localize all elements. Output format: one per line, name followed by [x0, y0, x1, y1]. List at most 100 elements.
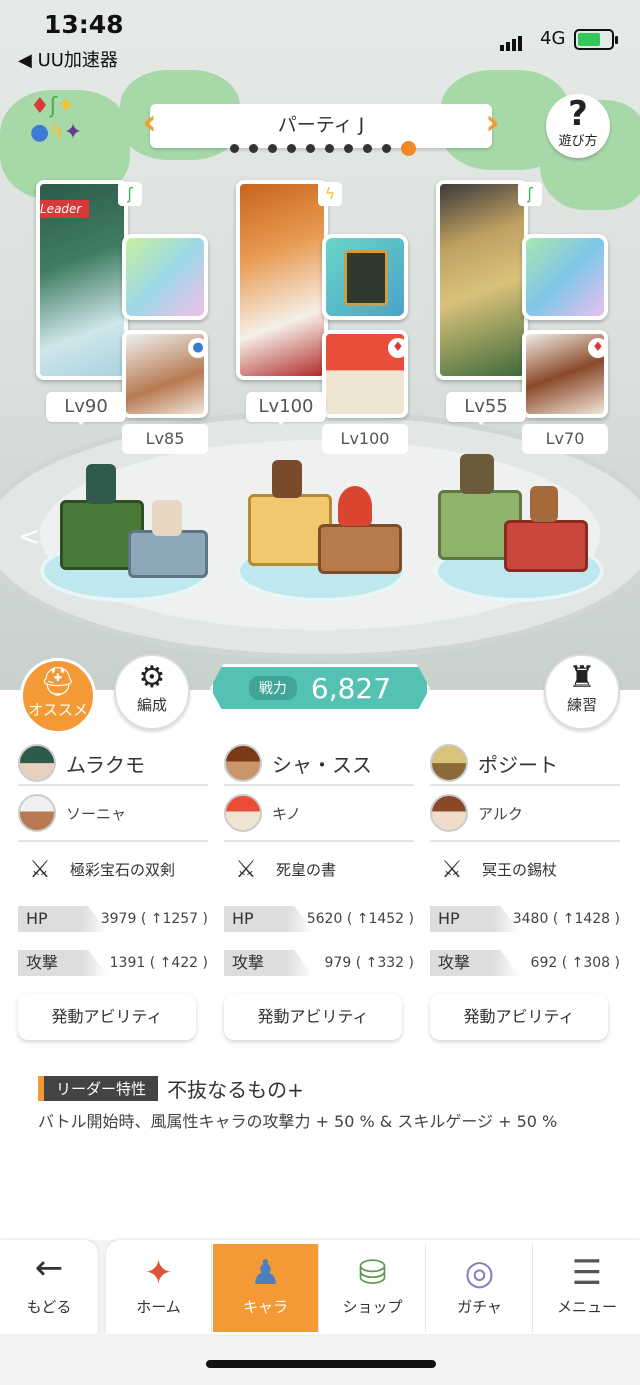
main-level: Lv100: [246, 392, 326, 425]
main-member-row[interactable]: ポジート: [430, 742, 620, 786]
attack-label: 攻撃: [430, 950, 520, 976]
back-to-app-link[interactable]: ◀ UU加速器: [18, 46, 118, 72]
party-slot-3[interactable]: ʃ ♦ Lv55 Lv70: [436, 180, 608, 454]
attack-stat: 攻撃 1391 ( ↑422 ): [18, 944, 208, 984]
ability-button-1[interactable]: 発動アビリティ: [18, 994, 196, 1040]
fire-attr-icon: ♦: [588, 338, 608, 358]
weapon-name: 死皇の書: [276, 860, 337, 879]
sub-member-row[interactable]: アルク: [430, 786, 620, 842]
platform-3[interactable]: [424, 454, 614, 610]
weapon-row[interactable]: ⚔ 極彩宝石の双剣: [18, 842, 208, 896]
platform-2[interactable]: [226, 460, 416, 610]
book-weapon-icon[interactable]: [322, 234, 408, 320]
how-to-play-label: 遊び方: [558, 134, 598, 149]
attack-value: 692 ( ↑308 ): [530, 955, 620, 971]
main-member-name: ポジート: [478, 752, 558, 777]
hp-value: 3480 ( ↑1428 ): [512, 911, 620, 927]
tab-gacha-label: ガチャ: [457, 1298, 502, 1316]
back-button[interactable]: ← もどる: [0, 1240, 98, 1334]
hp-value: 3979 ( ↑1257 ): [100, 911, 208, 927]
tab-chara-label: キャラ: [242, 1298, 288, 1316]
ability-button-2[interactable]: 発動アビリティ: [224, 994, 402, 1040]
tab-gacha[interactable]: ◎ ガチャ: [427, 1244, 533, 1332]
weapon-name: 冥王の錫杖: [482, 860, 558, 879]
sub-member-row[interactable]: キノ: [224, 786, 414, 842]
recommend-button[interactable]: ⛑ オススメ: [20, 658, 96, 734]
tab-menu[interactable]: ☰ メニュー: [534, 1244, 640, 1332]
weapon-row[interactable]: ⚔ 死皇の書: [224, 842, 414, 896]
sub-member-row[interactable]: ソーニャ: [18, 786, 208, 842]
main-character-portrait[interactable]: [436, 180, 528, 380]
sub-level: Lv100: [322, 424, 408, 454]
party-next-icon[interactable]: ›: [485, 102, 500, 143]
main-character-portrait[interactable]: [236, 180, 328, 380]
formation-button[interactable]: ⚙ 編成: [114, 654, 190, 730]
network-type: 4G: [540, 28, 566, 49]
avatar: [18, 744, 56, 782]
avatar: [430, 744, 468, 782]
attribute-filter-icon[interactable]: ♦ʃ✦ ●ϟ✦: [30, 94, 110, 150]
clock: 13:48: [44, 10, 124, 39]
nav-tabs: ✦ ホーム ♟ キャラ ⛁ ショップ ◎ ガチャ ☰ メニュー: [106, 1240, 640, 1334]
platform-1[interactable]: [30, 464, 220, 610]
attack-value: 1391 ( ↑422 ): [109, 955, 208, 971]
main-member-name: シャ・スス: [272, 752, 372, 777]
practice-button[interactable]: ♜ 練習: [544, 654, 620, 730]
attack-value: 979 ( ↑332 ): [324, 955, 414, 971]
sub-member-name: キノ: [272, 804, 301, 823]
mini-mushroom: [338, 486, 372, 526]
main-level: Lv90: [46, 392, 126, 425]
ability-button-3[interactable]: 発動アビリティ: [430, 994, 608, 1040]
sub-member-name: ソーニャ: [66, 804, 127, 823]
leader-skill: リーダー特性 不抜なるもの+ バトル開始時、風属性キャラの攻撃力 + 50 % …: [38, 1074, 618, 1133]
wind-attr-icon: ʃ: [118, 182, 142, 206]
scepter-weapon-icon[interactable]: [522, 234, 608, 320]
main-member-row[interactable]: シャ・スス: [224, 742, 414, 786]
twin-swords-weapon-icon[interactable]: [122, 234, 208, 320]
hp-value: 5620 ( ↑1452 ): [306, 911, 414, 927]
attack-label: 攻撃: [224, 950, 314, 976]
avatar: [224, 744, 262, 782]
recommend-label: オススメ: [27, 701, 88, 719]
status-bar: 13:48 ◀ UU加速器 4G: [0, 0, 640, 72]
attack-stat: 攻撃 692 ( ↑308 ): [430, 944, 620, 984]
main-character-portrait[interactable]: Leader: [36, 180, 128, 380]
weapon-icon: ⚔: [441, 855, 463, 883]
avatar: [18, 794, 56, 832]
mini-chara: [530, 486, 558, 522]
auto-party-icon: ⛑: [40, 665, 76, 698]
main-level: Lv55: [446, 392, 526, 425]
home-icon: ✦: [144, 1253, 173, 1293]
stone-block: [128, 530, 208, 578]
question-icon: ?: [568, 94, 588, 134]
weapon-icon: ⚔: [235, 855, 257, 883]
wind-attr-icon: ʃ: [518, 182, 542, 206]
party-title: パーティ J: [277, 114, 365, 136]
member-column-1: ムラクモ ソーニャ ⚔ 極彩宝石の双剣 HP 3979 ( ↑1257 ) 攻撃…: [18, 742, 208, 984]
menu-list-icon: ☰: [571, 1253, 603, 1293]
attack-label: 攻撃: [18, 950, 108, 976]
character-icon: ♟: [250, 1253, 281, 1293]
shop-bag-icon: ⛁: [358, 1253, 387, 1293]
brick-block: [504, 520, 588, 572]
party-page-dots[interactable]: [230, 138, 426, 157]
signal-icon: [500, 32, 524, 51]
chevron-left-icon[interactable]: <: [18, 522, 40, 552]
member-column-3: ポジート アルク ⚔ 冥王の錫杖 HP 3480 ( ↑1428 ) 攻撃 69…: [430, 742, 620, 984]
weapon-row[interactable]: ⚔ 冥王の錫杖: [430, 842, 620, 896]
tab-chara[interactable]: ♟ キャラ: [213, 1244, 319, 1332]
sub-member-name: アルク: [478, 804, 523, 823]
game-screen: < 13:48 ◀ UU加速器 4G ♦ʃ✦ ●ϟ✦ ‹ パーティ J › ? …: [0, 0, 640, 1385]
party-slot-1[interactable]: Leader ʃ ● Lv90 Lv85: [36, 180, 208, 454]
home-indicator[interactable]: [206, 1360, 436, 1368]
power-label: 戦力: [248, 676, 297, 700]
gacha-icon: ◎: [464, 1253, 495, 1293]
arrow-left-icon: ←: [34, 1248, 64, 1288]
how-to-play-button[interactable]: ? 遊び方: [546, 94, 610, 158]
tab-home[interactable]: ✦ ホーム: [106, 1244, 212, 1332]
leader-skill-description: バトル開始時、風属性キャラの攻撃力 + 50 % & スキルゲージ + 50 %: [38, 1112, 558, 1131]
party-slot-2[interactable]: ϟ ♦ Lv100 Lv100: [236, 180, 408, 454]
main-member-row[interactable]: ムラクモ: [18, 742, 208, 786]
tab-shop[interactable]: ⛁ ショップ: [320, 1244, 426, 1332]
practice-label: 練習: [566, 696, 597, 714]
